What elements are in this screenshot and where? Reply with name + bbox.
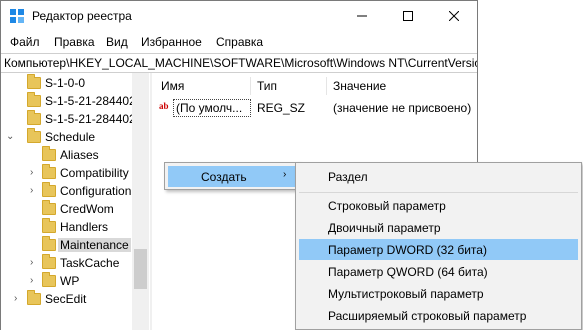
- tree-item-label: Configuration: [60, 184, 132, 198]
- submenu-item-dword[interactable]: Параметр DWORD (32 бита): [299, 239, 578, 260]
- tree-expander[interactable]: [30, 149, 40, 163]
- string-value-icon: ab: [159, 101, 169, 111]
- tree-item-label: SecEdit: [45, 292, 87, 306]
- tree-item-label: S-1-5-21-2844026: [45, 94, 143, 108]
- menu-item-label: Раздел: [328, 170, 368, 184]
- scrollbar-thumb[interactable]: [134, 249, 147, 289]
- chevron-right-icon[interactable]: ›: [30, 167, 40, 181]
- tree-item-label: Schedule: [45, 130, 96, 144]
- maximize-icon: [403, 11, 413, 21]
- column-separator[interactable]: [250, 77, 251, 95]
- tree-expander[interactable]: [14, 95, 24, 109]
- key-tree: S-1-0-0 S-1-5-21-2844026 S-1-5-21-284402…: [0, 73, 148, 330]
- chevron-down-icon[interactable]: ⌄: [6, 131, 16, 145]
- minimize-icon: [357, 15, 367, 17]
- column-header-value[interactable]: Значение: [333, 79, 386, 93]
- tree-expander[interactable]: [14, 77, 24, 91]
- column-header-name[interactable]: Имя: [161, 79, 184, 93]
- tree-item-label: Compatibility: [60, 166, 129, 180]
- chevron-right-icon[interactable]: ›: [14, 293, 24, 307]
- submenu-item-qword[interactable]: Параметр QWORD (64 бита): [299, 261, 578, 282]
- tree-item-label: S-1-5-21-2844026: [45, 112, 143, 126]
- menu-item-label: Параметр DWORD (32 бита): [328, 243, 487, 257]
- column-header-type[interactable]: Тип: [257, 79, 277, 93]
- minimize-button[interactable]: [339, 1, 385, 31]
- menu-favorites[interactable]: Избранное: [141, 35, 202, 49]
- chevron-right-icon: ›: [283, 169, 287, 180]
- registry-editor-icon: [10, 9, 24, 23]
- tree-expander[interactable]: [30, 239, 40, 253]
- tree-item-label: WP: [60, 274, 80, 288]
- folder-icon: [42, 182, 56, 197]
- submenu-item-expandable-string[interactable]: Расширяемый строковый параметр: [299, 305, 578, 326]
- folder-icon: [27, 110, 41, 125]
- folder-icon: [42, 164, 56, 179]
- folder-icon: [27, 92, 41, 107]
- pane-splitter[interactable]: [150, 73, 152, 330]
- value-name: (По умолч...: [173, 99, 251, 117]
- menu-item-label: Создать: [201, 170, 247, 184]
- tree-expander[interactable]: [30, 203, 40, 217]
- menu-item-label: Строковый параметр: [328, 199, 446, 213]
- tree-expander[interactable]: [14, 113, 24, 127]
- folder-icon: [42, 146, 56, 161]
- menu-item-label: Параметр QWORD (64 бита): [328, 265, 488, 279]
- value-data: (значение не присвоено): [333, 101, 472, 115]
- menu-file[interactable]: Файл: [10, 35, 40, 49]
- folder-icon: [27, 128, 41, 143]
- tree-item-label: TaskCache: [60, 256, 120, 270]
- tree-item-label: Aliases: [60, 148, 99, 162]
- tree-item-label: S-1-0-0: [45, 76, 86, 90]
- chevron-right-icon[interactable]: ›: [30, 257, 40, 271]
- chevron-right-icon[interactable]: ›: [30, 185, 40, 199]
- menu-separator: [299, 192, 578, 193]
- submenu-item-string[interactable]: Строковый параметр: [299, 195, 578, 216]
- folder-icon: [42, 254, 56, 269]
- tree-item-label: CredWom: [60, 202, 114, 216]
- folder-icon: [42, 218, 56, 233]
- title-bar[interactable]: Редактор реестра: [1, 1, 477, 31]
- submenu-item-key[interactable]: Раздел: [299, 166, 578, 187]
- create-submenu: Раздел Строковый параметр Двоичный парам…: [295, 162, 582, 330]
- submenu-item-multistring[interactable]: Мультистроковый параметр: [299, 283, 578, 304]
- menu-edit[interactable]: Правка: [54, 35, 95, 49]
- window-title: Редактор реестра: [32, 9, 132, 23]
- folder-icon: [42, 236, 56, 251]
- submenu-item-binary[interactable]: Двоичный параметр: [299, 217, 578, 238]
- folder-icon: [42, 200, 56, 215]
- column-separator[interactable]: [326, 77, 327, 95]
- table-row[interactable]: ab (По умолч... REG_SZ (значение не прис…: [153, 98, 476, 117]
- tree-item-label: Handlers: [60, 220, 109, 234]
- folder-icon: [27, 290, 41, 305]
- menu-help[interactable]: Справка: [216, 35, 263, 49]
- tree-scrollbar[interactable]: [132, 73, 149, 330]
- menu-item-create[interactable]: Создать ›: [168, 166, 296, 187]
- menu-bar: Файл Правка Вид Избранное Справка: [1, 32, 477, 52]
- close-icon: [449, 11, 459, 21]
- address-bar[interactable]: Компьютер\HKEY_LOCAL_MACHINE\SOFTWARE\Mi…: [1, 53, 477, 73]
- chevron-right-icon[interactable]: ›: [30, 275, 40, 289]
- tree-expander[interactable]: [30, 221, 40, 235]
- tree-item-label: Maintenance: [58, 238, 131, 252]
- menu-item-label: Расширяемый строковый параметр: [328, 309, 527, 323]
- menu-view[interactable]: Вид: [106, 35, 128, 49]
- menu-item-label: Двоичный параметр: [328, 221, 441, 235]
- value-type: REG_SZ: [257, 101, 306, 115]
- menu-item-label: Мультистроковый параметр: [328, 287, 484, 301]
- context-menu: Создать ›: [164, 162, 300, 190]
- folder-icon: [42, 272, 56, 287]
- close-button[interactable]: [431, 1, 477, 31]
- maximize-button[interactable]: [385, 1, 431, 31]
- folder-icon: [27, 74, 41, 89]
